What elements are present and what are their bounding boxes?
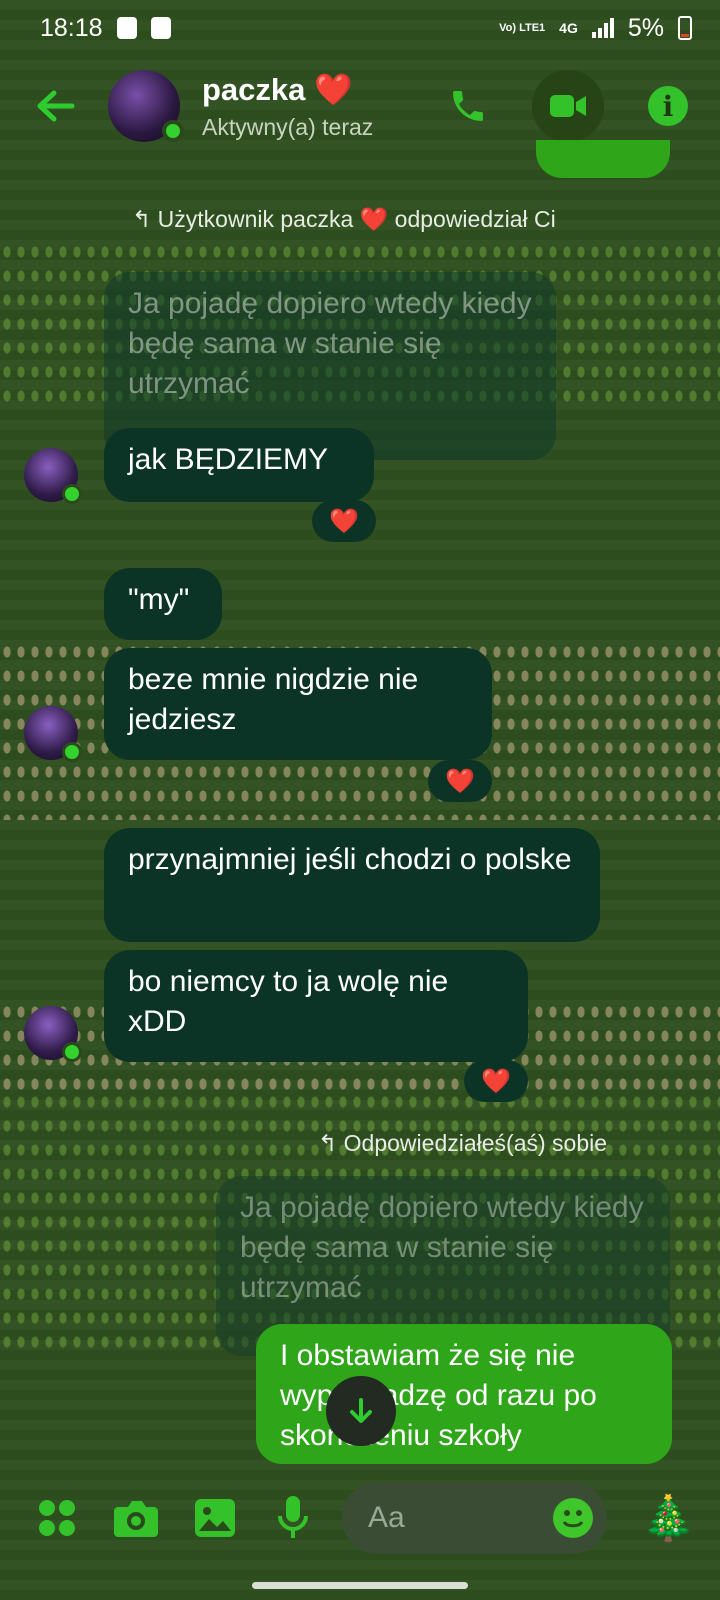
menu-button[interactable]	[36, 1496, 78, 1540]
reaction-badge[interactable]: ❤️	[464, 1060, 528, 1102]
emoji-icon[interactable]	[553, 1498, 594, 1538]
message-input-placeholder: Aa	[367, 1501, 405, 1534]
gallery-icon	[194, 1499, 235, 1537]
chat-status: Aktywny(a) teraz	[202, 114, 374, 140]
reply-indicator: ↰ Odpowiedziałeś(aś) sobie	[318, 1128, 607, 1158]
message-input[interactable]: Aa	[341, 1482, 608, 1554]
microphone-icon	[277, 1496, 308, 1538]
signal-icon	[591, 18, 614, 38]
online-indicator	[62, 1042, 82, 1062]
incoming-message[interactable]: "my"	[104, 568, 222, 640]
network-type: 4G	[559, 19, 578, 36]
info-icon: i	[648, 86, 688, 126]
incoming-message[interactable]: jak BĘDZIEMY	[104, 428, 374, 502]
scroll-down-button[interactable]	[326, 1376, 396, 1446]
video-call-button[interactable]	[532, 70, 604, 142]
outgoing-message-partial[interactable]	[536, 140, 670, 178]
chat-title[interactable]: paczka ❤️ Aktywny(a) teraz	[202, 71, 438, 141]
smiley-face	[562, 1510, 584, 1528]
status-bar: 18:18 Vo) LTE1 4G 5%	[0, 0, 720, 56]
reply-indicator: ↰ Użytkownik paczka ❤️ odpowiedział Ci	[132, 204, 602, 234]
sender-avatar[interactable]	[24, 448, 82, 504]
video-icon	[550, 95, 586, 117]
back-arrow-icon	[37, 90, 75, 122]
incoming-message[interactable]: beze mnie nigdzie nie jedziesz	[104, 648, 492, 760]
online-indicator	[62, 484, 82, 504]
call-button[interactable]	[438, 76, 498, 136]
online-indicator	[162, 120, 184, 142]
reply-note-text: Odpowiedziałeś(aś) sobie	[343, 1130, 608, 1156]
incoming-message[interactable]: przynajmniej jeśli chodzi o polske	[104, 828, 600, 942]
volte-indicator: Vo) LTE1	[499, 21, 546, 34]
home-indicator[interactable]	[252, 1582, 468, 1589]
reply-arrow-icon: ↰	[318, 1130, 344, 1156]
reply-note-text: Użytkownik paczka ❤️ odpowiedział Ci	[157, 206, 556, 232]
avatar[interactable]	[108, 70, 184, 142]
gallery-button[interactable]	[194, 1496, 236, 1540]
reply-arrow-icon: ↰	[132, 206, 158, 232]
sender-avatar[interactable]	[24, 1006, 82, 1062]
incoming-message[interactable]: bo niemcy to ja wolę nie xDD	[104, 950, 528, 1062]
outgoing-message[interactable]: I obstawiam że się nie wyprowadzę od raz…	[256, 1324, 672, 1464]
status-time: 18:18	[40, 13, 103, 42]
menu-dots-icon	[38, 1500, 75, 1536]
back-button[interactable]	[34, 85, 76, 127]
message-composer: Aa 🎄	[0, 1468, 720, 1568]
chat-name: paczka ❤️	[202, 72, 353, 107]
phone-icon	[453, 91, 483, 121]
christmas-tree-icon[interactable]: 🎄	[641, 1492, 696, 1544]
camera-button[interactable]	[113, 1496, 158, 1540]
info-button[interactable]: i	[638, 76, 698, 136]
online-indicator	[62, 742, 82, 762]
camera-icon	[113, 1501, 158, 1537]
battery-level: 5%	[627, 13, 664, 42]
checkbox-icon	[150, 17, 171, 39]
voice-button[interactable]	[272, 1496, 314, 1540]
battery-icon	[678, 16, 692, 40]
reaction-badge[interactable]: ❤️	[312, 500, 376, 542]
sender-avatar[interactable]	[24, 706, 82, 762]
alert-icon	[116, 17, 137, 39]
reaction-badge[interactable]: ❤️	[428, 760, 492, 802]
arrow-down-icon	[350, 1398, 372, 1423]
